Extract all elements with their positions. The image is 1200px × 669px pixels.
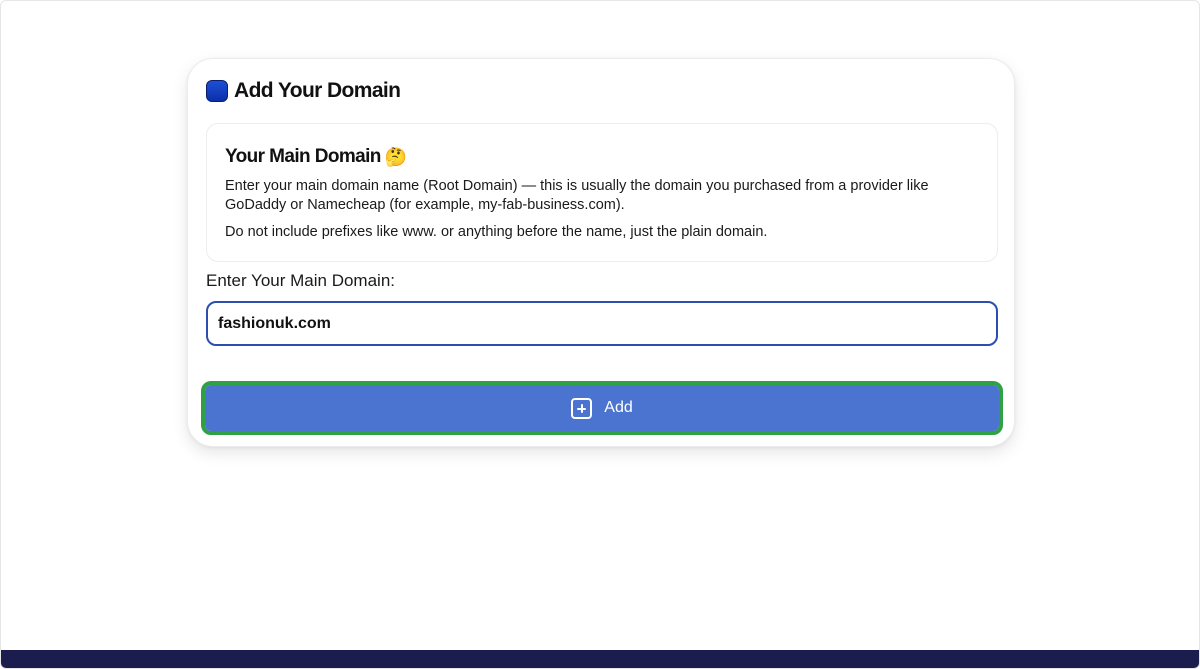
footer-bar	[1, 650, 1199, 668]
info-paragraph-1: Enter your main domain name (Root Domain…	[225, 178, 929, 213]
add-button-label: Add	[604, 399, 633, 416]
add-button-highlight: Add	[201, 381, 1003, 435]
app-window: Add Your Domain Your Main Domain 🤔 Enter…	[0, 0, 1200, 669]
card-title: Add Your Domain	[234, 79, 401, 102]
add-button[interactable]: Add	[205, 385, 999, 431]
plus-square-icon	[571, 397, 593, 419]
info-title-row: Your Main Domain 🤔	[225, 146, 979, 168]
info-paragraph-2: Do not include prefixes like www. or any…	[225, 224, 768, 240]
add-domain-card: Add Your Domain Your Main Domain 🤔 Enter…	[187, 58, 1015, 447]
database-icon	[206, 80, 228, 102]
domain-input[interactable]	[206, 301, 998, 346]
card-header: Add Your Domain	[206, 77, 401, 105]
info-title: Your Main Domain	[225, 146, 381, 167]
info-box: Your Main Domain 🤔 Enter your main domai…	[206, 123, 998, 262]
domain-field-label: Enter Your Main Domain:	[206, 271, 395, 290]
thinking-face-icon: 🤔	[384, 146, 408, 168]
